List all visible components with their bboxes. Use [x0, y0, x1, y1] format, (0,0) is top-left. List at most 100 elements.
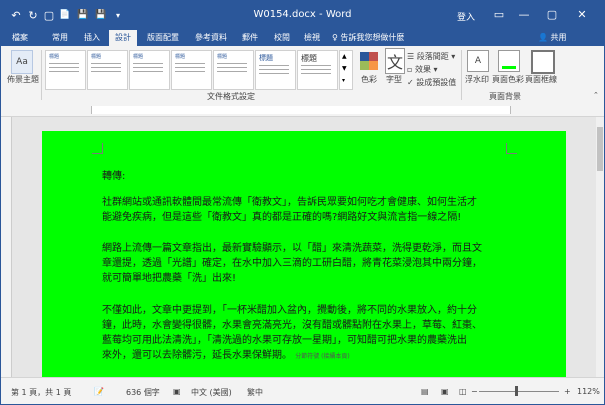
zoom-level[interactable]: 112%	[577, 387, 600, 396]
proofing-icon[interactable]: ▣	[173, 387, 181, 396]
gallery-item-6[interactable]: 標題	[255, 50, 296, 90]
fonts-icon[interactable]: 文	[385, 48, 405, 74]
gallery-item-7[interactable]: 標題	[297, 50, 338, 90]
page-count[interactable]: 第 1 頁，共 1 頁	[11, 387, 71, 398]
paragraph-line: 社群網站或通訊軟體間最常流傳「衛教文」，告訴民眾要如何吃才會健康、如何生活才	[102, 197, 477, 208]
gallery-item-title: 標題	[217, 54, 228, 60]
ribbon-separator	[41, 50, 42, 100]
gallery-item-title: 標題	[175, 54, 186, 60]
tab-home[interactable]: 常用	[45, 30, 75, 46]
tab-review[interactable]: 校閱	[269, 30, 295, 46]
color-swatch	[360, 52, 369, 61]
paragraph-line: 鐘，此時，水會變得很髒，水果會亮滿亮光，沒有醋或髒點附在水果上，草莓、紅棗、	[102, 320, 482, 331]
vertical-scrollbar[interactable]	[596, 117, 604, 377]
language-indicator[interactable]: 中文 (美國)	[191, 387, 232, 398]
tab-layout[interactable]: 版面配置	[143, 30, 183, 46]
ruler-area[interactable]	[91, 106, 511, 114]
gallery-line	[259, 73, 289, 74]
document-canvas: 轉傳: 社群網站或通訊軟體間最常流傳「衛教文」，告訴民眾要如何吃才會健康、如何生…	[1, 117, 604, 377]
gallery-more-icon[interactable]: ▾	[342, 77, 345, 84]
tab-mailings[interactable]: 郵件	[237, 30, 263, 46]
tell-me-search[interactable]: ♀ 告訴我您想做什麼	[332, 30, 404, 46]
gallery-item-title: 標題	[259, 54, 273, 62]
tab-design[interactable]: 設計	[109, 30, 137, 46]
close-button[interactable]: ✕	[571, 5, 593, 25]
background-group-label: 頁面背景	[489, 92, 521, 101]
gallery-line	[175, 71, 205, 72]
colors-label[interactable]: 色彩	[361, 74, 377, 85]
paragraph-line: 能避免疾病，但是這些「衛教文」真的都是正確的嗎?網路好文與流言指一線之隔!	[102, 212, 462, 223]
document-page[interactable]: 轉傳: 社群網站或通訊軟體間最常流傳「衛教文」，告訴民眾要如何吃才會健康、如何生…	[42, 131, 566, 377]
paragraph-line: 章還提，透過「光譜」確定，在水中加入三滴的工研白醋，將青花菜浸泡其中兩分鐘，	[102, 258, 482, 269]
set-default-button[interactable]: ✓ 設成預設值	[407, 77, 456, 88]
page-color-swatch	[502, 66, 516, 69]
paragraph-3[interactable]: 不僅如此，文章中更提到，「一杯米醋加入盆內，攪動後，將不同的水果放入，約十分 鐘…	[102, 303, 482, 364]
ribbon-separator	[461, 50, 462, 100]
gallery-line	[133, 67, 163, 68]
sign-in-link[interactable]: 登入	[457, 10, 475, 23]
crop-mark	[506, 143, 517, 154]
page-borders-label[interactable]: 頁面框線	[525, 74, 557, 85]
tab-file[interactable]: 檔案	[5, 30, 35, 46]
word-count[interactable]: 636 個字	[126, 387, 160, 398]
paragraph-1[interactable]: 社群網站或通訊軟體間最常流傳「衛教文」，告訴民眾要如何吃才會健康、如何生活才 能…	[102, 195, 477, 225]
gallery-line	[301, 69, 331, 70]
themes-icon[interactable]: Aa	[11, 50, 33, 74]
tab-view[interactable]: 檢視	[299, 30, 325, 46]
maximize-button[interactable]: ▢	[541, 5, 563, 25]
gallery-item-title: 標題	[133, 54, 144, 60]
minimize-button[interactable]: —	[513, 5, 535, 25]
gallery-item-4[interactable]: 標題	[171, 50, 212, 90]
zoom-out-icon[interactable]: −	[471, 387, 478, 396]
gallery-line	[133, 63, 163, 64]
share-button[interactable]: 👤 共用	[538, 30, 567, 46]
gallery-item-1[interactable]: 標題	[45, 50, 86, 90]
scrollbar-thumb[interactable]	[597, 127, 603, 171]
status-bar: 第 1 頁，共 1 頁 📝 636 個字 ▣ 中文 (美國) 繁中 ▤ ▣ ◫ …	[1, 377, 604, 404]
gallery-scroll[interactable]: ▲ ▼ ▾	[339, 50, 353, 90]
colors-icon[interactable]	[358, 50, 380, 72]
read-mode-icon[interactable]: ▤	[421, 387, 429, 396]
fonts-label[interactable]: 字型	[386, 74, 402, 85]
document-heading[interactable]: 轉傳:	[102, 169, 125, 184]
tab-references[interactable]: 參考資料	[189, 30, 233, 46]
gallery-item-2[interactable]: 標題	[87, 50, 128, 90]
tab-insert[interactable]: 插入	[77, 30, 107, 46]
ribbon-display-options-icon[interactable]: ▭	[488, 5, 510, 25]
gallery-item-3[interactable]: 標題	[129, 50, 170, 90]
title-bar: ↶ ↻ ▢ 📄 💾 💾 ▾ W0154.docx - Word 登入 ▭ — ▢…	[1, 1, 604, 30]
paragraph-2[interactable]: 網路上流傳一篇文章指出，最新實驗顯示，以「醋」來清洗蔬菜，洗得更乾淨，而且文 章…	[102, 241, 482, 286]
paragraph-spacing-icon: ☰	[407, 52, 417, 61]
gallery-line	[301, 73, 331, 74]
horizontal-ruler	[1, 104, 604, 117]
paragraph-line: 來外，還可以去除髒污，延長水果保鮮期。 分節符號 (接續本頁)	[102, 348, 482, 364]
zoom-slider-thumb[interactable]	[515, 386, 518, 396]
check-circle-icon: ✓	[407, 78, 417, 87]
gallery-down-icon[interactable]: ▼	[342, 65, 347, 72]
print-layout-icon[interactable]: ▣	[441, 387, 449, 396]
zoom-in-icon[interactable]: +	[564, 387, 571, 396]
gallery-item-title: 標題	[49, 54, 60, 60]
page-borders-icon[interactable]	[531, 50, 555, 74]
gallery-item-title: 標題	[91, 54, 102, 60]
effects-button[interactable]: ▫ 效果 ▾	[407, 64, 438, 75]
gallery-line	[217, 67, 247, 68]
view-mode-indicator[interactable]: 繁中	[247, 387, 263, 398]
gallery-line	[49, 71, 79, 72]
page-color-label[interactable]: 頁面色彩	[492, 74, 524, 85]
web-layout-icon[interactable]: ◫	[459, 387, 467, 396]
gallery-line	[259, 65, 289, 66]
zoom-slider[interactable]	[479, 391, 559, 392]
themes-label[interactable]: 佈景主題	[7, 74, 39, 85]
gallery-item-5[interactable]: 標題	[213, 50, 254, 90]
page-color-icon[interactable]	[498, 50, 520, 72]
watermark-label[interactable]: 浮水印	[465, 74, 489, 85]
paragraph-spacing-button[interactable]: ☰ 段落間距 ▾	[407, 51, 455, 62]
paragraph-line: 不僅如此，文章中更提到，「一杯米醋加入盆內，攪動後，將不同的水果放入，約十分	[102, 305, 477, 316]
gallery-line	[217, 71, 247, 72]
effects-label: 效果 ▾	[414, 65, 438, 74]
gallery-up-icon[interactable]: ▲	[342, 53, 347, 60]
gallery-line	[91, 63, 121, 64]
watermark-icon[interactable]: A	[467, 50, 489, 72]
collapse-ribbon-icon[interactable]: ⌃	[593, 91, 599, 99]
